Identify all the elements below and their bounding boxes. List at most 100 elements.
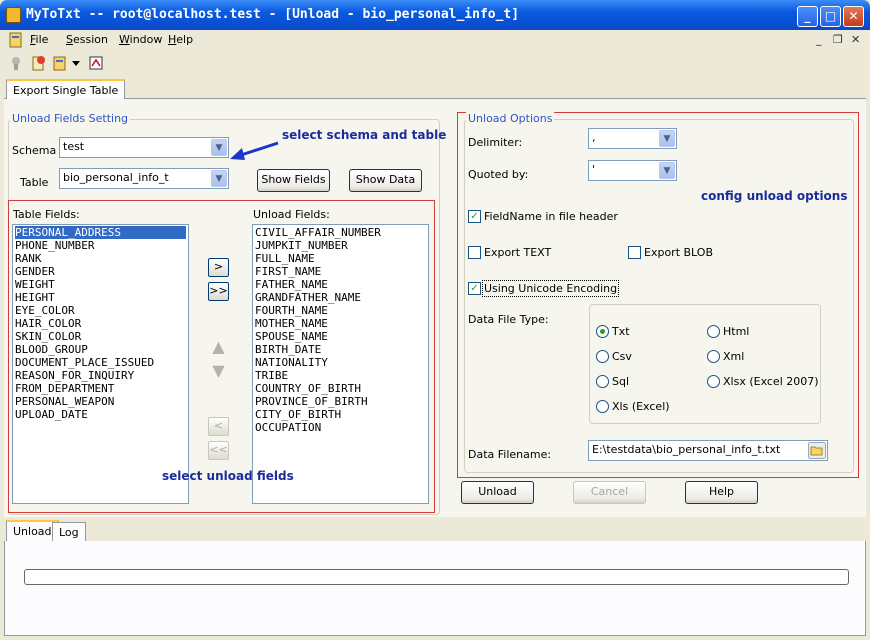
quoted-by-value: ' [592, 163, 596, 176]
unicode-checkbox[interactable]: ✓ [468, 282, 481, 295]
list-item[interactable]: FOURTH_NAME [255, 304, 426, 317]
list-item[interactable]: CIVIL_AFFAIR_NUMBER [255, 226, 426, 239]
annotation-config-options: config unload options [701, 189, 848, 203]
annotation-select-schema: select schema and table [282, 128, 447, 142]
list-item[interactable]: PHONE_NUMBER [15, 239, 186, 252]
list-item[interactable]: SKIN_COLOR [15, 330, 186, 343]
list-item[interactable]: CITY_OF_BIRTH [255, 408, 426, 421]
radio-xlsx[interactable] [707, 375, 720, 388]
dropdown-arrow-icon[interactable] [72, 61, 80, 67]
maximize-button[interactable]: □ [820, 6, 841, 27]
list-item[interactable]: PERSONAL_WEAPON [15, 395, 186, 408]
table-fields-list[interactable]: PERSONAL_ADDRESS PHONE_NUMBER RANK GENDER WE… [12, 224, 189, 504]
tab-log[interactable]: Log [52, 522, 86, 542]
list-item[interactable]: EYE_COLOR [15, 304, 186, 317]
annotation-select-fields: select unload fields [162, 469, 294, 483]
remove-one-button[interactable]: < [208, 417, 229, 436]
list-item[interactable]: UPLOAD_DATE [15, 408, 186, 421]
export-blob-checkbox[interactable] [628, 246, 641, 259]
remove-all-button[interactable]: << [208, 441, 229, 460]
radio-txt-label: Txt [612, 325, 630, 338]
list-item[interactable]: JUMPKIT_NUMBER [255, 239, 426, 252]
list-item[interactable]: TRIBE [255, 369, 426, 382]
move-one-button[interactable]: > [208, 258, 229, 277]
folder-icon[interactable] [808, 442, 826, 459]
radio-csv[interactable] [596, 350, 609, 363]
table-label: Table [20, 176, 49, 189]
bottom-tab-strip: Unload Log [4, 520, 866, 542]
chevron-down-icon[interactable]: ▼ [211, 139, 227, 156]
delimiter-select[interactable]: , ▼ [588, 128, 677, 149]
list-item[interactable]: GENDER [15, 265, 186, 278]
delimiter-value: , [592, 131, 596, 144]
list-item[interactable]: SPOUSE_NAME [255, 330, 426, 343]
chevron-down-icon[interactable]: ▼ [659, 130, 675, 147]
show-data-button[interactable]: Show Data [349, 169, 422, 192]
unload-fields-list[interactable]: CIVIL_AFFAIR_NUMBER JUMPKIT_NUMBER FULL_NA… [252, 224, 429, 504]
mdi-minimize-button[interactable]: _ [816, 33, 822, 46]
schema-select[interactable]: test ▼ [59, 137, 229, 158]
cancel-button[interactable]: Cancel [573, 481, 646, 504]
list-item[interactable]: MOTHER_NAME [255, 317, 426, 330]
quoted-by-select[interactable]: ' ▼ [588, 160, 677, 181]
fieldname-header-checkbox[interactable]: ✓ [468, 210, 481, 223]
unload-button[interactable]: Unload [461, 481, 534, 504]
radio-txt[interactable] [596, 325, 609, 338]
menu-help[interactable]: Help [168, 33, 193, 46]
new-unload-icon[interactable] [52, 55, 68, 71]
list-item[interactable]: OCCUPATION [255, 421, 426, 434]
radio-xls[interactable] [596, 400, 609, 413]
table-select[interactable]: bio_personal_info_t ▼ [59, 168, 229, 189]
list-item[interactable]: PROVINCE_OF_BIRTH [255, 395, 426, 408]
export-icon[interactable] [88, 55, 104, 71]
list-item[interactable]: FROM_DEPARTMENT [15, 382, 186, 395]
radio-sql[interactable] [596, 375, 609, 388]
disconnect-icon[interactable] [30, 55, 46, 71]
toolbar [4, 52, 866, 76]
chevron-down-icon[interactable]: ▼ [659, 162, 675, 179]
close-button[interactable]: ✕ [843, 6, 864, 27]
mdi-restore-button[interactable]: ❐ [833, 33, 843, 46]
list-item[interactable]: PERSONAL_ADDRESS [15, 226, 186, 239]
list-item[interactable]: FATHER_NAME [255, 278, 426, 291]
menu-window[interactable]: Window [119, 33, 162, 46]
radio-sql-label: Sql [612, 375, 630, 388]
list-item[interactable]: NATIONALITY [255, 356, 426, 369]
list-item[interactable]: FIRST_NAME [255, 265, 426, 278]
table-value: bio_personal_info_t [63, 171, 169, 184]
title-bar: MyToTxt -- root@localhost.test - [Unload… [0, 0, 870, 30]
list-item[interactable]: GRANDFATHER_NAME [255, 291, 426, 304]
list-item[interactable]: BLOOD_GROUP [15, 343, 186, 356]
minimize-button[interactable]: _ [797, 6, 818, 27]
mdi-close-button[interactable]: ✕ [851, 33, 860, 46]
connect-icon[interactable] [8, 55, 24, 71]
menu-session[interactable]: Session [66, 33, 108, 46]
chevron-down-icon[interactable]: ▼ [211, 170, 227, 187]
list-item[interactable]: BIRTH_DATE [255, 343, 426, 356]
move-down-icon[interactable]: ▼ [208, 361, 229, 380]
list-item[interactable]: RANK [15, 252, 186, 265]
list-item[interactable]: FULL_NAME [255, 252, 426, 265]
move-up-icon[interactable]: ▲ [208, 337, 229, 356]
menu-file[interactable]: File [30, 33, 48, 46]
tab-export-single-table[interactable]: Export Single Table [6, 79, 126, 100]
tab-unload[interactable]: Unload [6, 520, 59, 542]
data-filename-input[interactable]: E:\testdata\bio_personal_info_t.txt [588, 440, 828, 461]
unicode-label: Using Unicode Encoding [482, 280, 620, 297]
list-item[interactable]: WEIGHT [15, 278, 186, 291]
radio-html[interactable] [707, 325, 720, 338]
list-item[interactable]: HEIGHT [15, 291, 186, 304]
help-button[interactable]: Help [685, 481, 758, 504]
show-fields-button[interactable]: Show Fields [257, 169, 330, 192]
radio-html-label: Html [723, 325, 750, 338]
list-item[interactable]: REASON_FOR_INQUIRY [15, 369, 186, 382]
move-all-button[interactable]: >> [208, 282, 229, 301]
bottom-panel [4, 541, 866, 636]
list-item[interactable]: COUNTRY_OF_BIRTH [255, 382, 426, 395]
export-text-checkbox[interactable] [468, 246, 481, 259]
quoted-by-label: Quoted by: [468, 168, 529, 181]
radio-xml[interactable] [707, 350, 720, 363]
list-item[interactable]: DOCUMENT_PLACE_ISSUED [15, 356, 186, 369]
list-item[interactable]: HAIR_COLOR [15, 317, 186, 330]
window-title: MyToTxt -- root@localhost.test - [Unload… [26, 7, 520, 22]
